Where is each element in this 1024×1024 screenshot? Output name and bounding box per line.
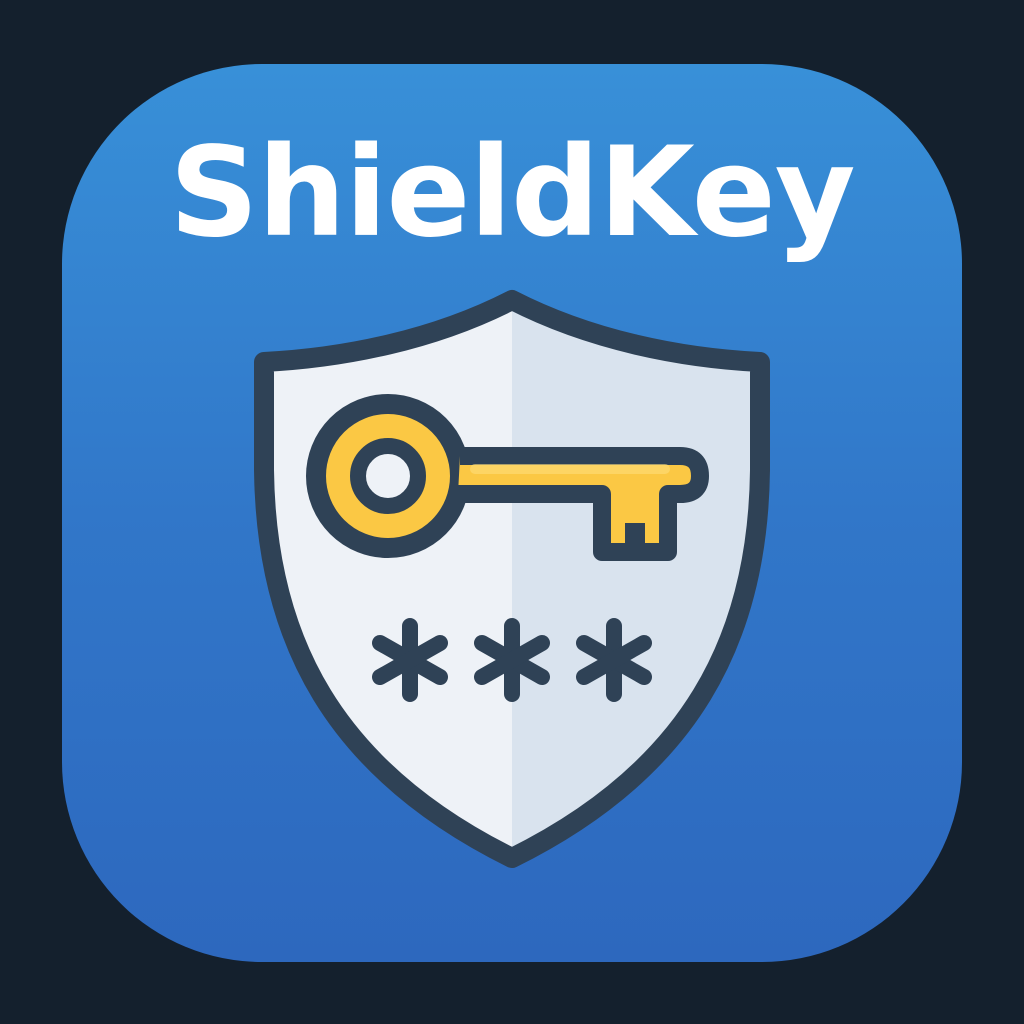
emblem bbox=[254, 290, 770, 868]
shield-icon bbox=[254, 290, 770, 868]
